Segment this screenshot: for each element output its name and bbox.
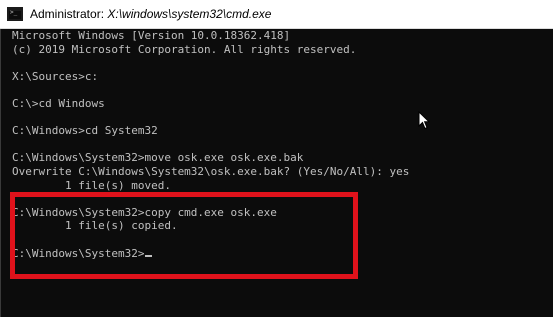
cmd-icon: >_ [7,7,23,21]
window-title-path: X:\windows\system32\cmd.exe [107,7,272,21]
red-highlight-box [10,192,358,279]
title-bar[interactable]: >_ Administrator: X:\windows\system32\cm… [0,0,553,29]
console-line: X:\Sources>c: [12,69,99,83]
window-title-prefix: Administrator: [30,7,108,21]
window-title: Administrator: X:\windows\system32\cmd.e… [30,7,271,21]
console-line: (c) 2019 Microsoft Corporation. All righ… [12,42,357,56]
console-line: Overwrite C:\Windows\System32\osk.exe.ba… [12,164,410,178]
console-line: C:\Windows>cd System32 [12,124,158,138]
console-line: C:\Windows\System32>move osk.exe osk.exe… [12,151,304,165]
window-left-edge [0,29,9,317]
mouse-pointer-icon [418,111,430,130]
cmd-window: >_ Administrator: X:\windows\system32\cm… [0,0,553,317]
console-line: Microsoft Windows [Version 10.0.18362.41… [12,29,291,42]
console-line: 1 file(s) moved. [12,178,171,192]
console-line: C:\>cd Windows [12,96,105,110]
